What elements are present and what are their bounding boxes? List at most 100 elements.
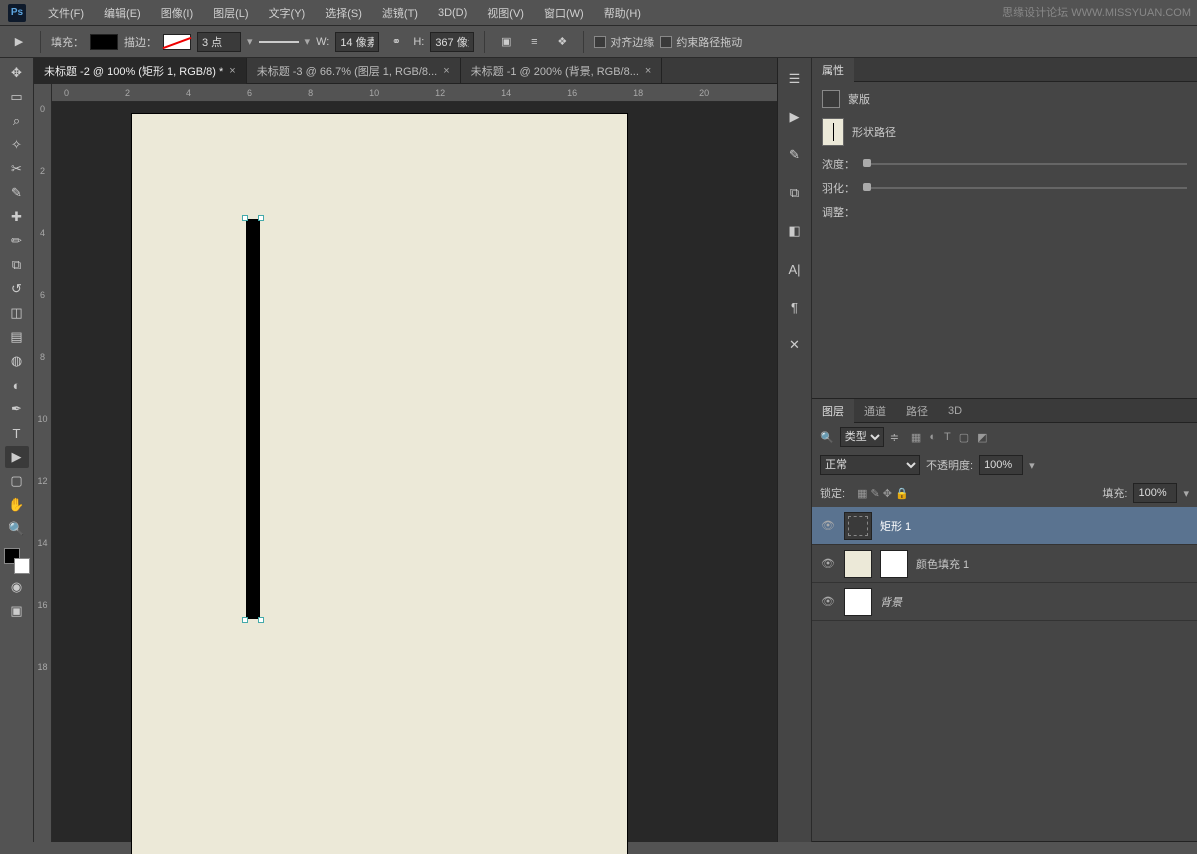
watermark: 思缘设计论坛 WWW.MISSYUAN.COM bbox=[1002, 4, 1191, 20]
density-slider[interactable] bbox=[863, 163, 1187, 165]
menu-edit[interactable]: 编辑(E) bbox=[94, 5, 151, 21]
brush-tool[interactable]: ✏ bbox=[5, 230, 29, 252]
close-icon[interactable]: × bbox=[645, 65, 651, 77]
eraser-tool[interactable]: ◫ bbox=[5, 302, 29, 324]
stroke-style[interactable] bbox=[259, 41, 299, 43]
zoom-tool[interactable]: 🔍 bbox=[5, 518, 29, 540]
para-icon[interactable]: ¶ bbox=[783, 296, 807, 318]
fill-opacity-input[interactable] bbox=[1133, 483, 1177, 503]
visibility-icon[interactable]: 👁 bbox=[820, 557, 836, 570]
wand-tool[interactable]: ✧ bbox=[5, 134, 29, 156]
doc-tab-1[interactable]: 未标题 -2 @ 100% (矩形 1, RGB/8) *× bbox=[34, 58, 247, 84]
properties-tab[interactable]: 属性 bbox=[812, 58, 854, 82]
dodge-tool[interactable]: ◐ bbox=[5, 374, 29, 396]
menu-image[interactable]: 图像(I) bbox=[151, 5, 203, 21]
menu-filter[interactable]: 滤镜(T) bbox=[372, 5, 428, 21]
visibility-icon[interactable]: 👁 bbox=[820, 519, 836, 532]
layer-name: 颜色填充 1 bbox=[916, 556, 969, 572]
nav-icon[interactable]: ◧ bbox=[783, 220, 807, 242]
arrange-icon[interactable]: ❖ bbox=[551, 31, 573, 53]
path-op-icon[interactable]: ▣ bbox=[495, 31, 517, 53]
close-icon[interactable]: × bbox=[443, 65, 449, 77]
filter-icons[interactable]: ▦◐T▢◩ bbox=[911, 431, 988, 444]
3d-tab[interactable]: 3D bbox=[938, 399, 972, 423]
mask-icon bbox=[822, 90, 840, 108]
height-input[interactable] bbox=[430, 32, 474, 52]
doc-tab-3[interactable]: 未标题 -1 @ 200% (背景, RGB/8...× bbox=[461, 58, 663, 84]
history-brush-tool[interactable]: ↺ bbox=[5, 278, 29, 300]
doc-tab-2[interactable]: 未标题 -3 @ 66.7% (图层 1, RGB/8...× bbox=[247, 58, 461, 84]
align-icon[interactable]: ≡ bbox=[523, 31, 545, 53]
eyedropper-tool[interactable]: ✎ bbox=[5, 182, 29, 204]
canvas[interactable] bbox=[132, 114, 627, 854]
handle-bl[interactable] bbox=[242, 617, 248, 623]
heal-tool[interactable]: ✚ bbox=[5, 206, 29, 228]
marquee-tool[interactable]: ▭ bbox=[5, 86, 29, 108]
docked-panel-icons: ☰ ▶ ✎ ⧉ ◧ A| ¶ ✕ bbox=[778, 58, 812, 842]
handle-br[interactable] bbox=[258, 617, 264, 623]
blend-mode-select[interactable]: 正常 bbox=[820, 455, 920, 475]
menu-select[interactable]: 选择(S) bbox=[315, 5, 372, 21]
path-selection-icon[interactable]: ▶ bbox=[8, 31, 30, 53]
layer-row-fill[interactable]: 👁 颜色填充 1 bbox=[812, 545, 1197, 583]
tools-icon[interactable]: ✕ bbox=[783, 334, 807, 356]
clone-icon[interactable]: ⧉ bbox=[783, 182, 807, 204]
link-icon[interactable]: ⚭ bbox=[385, 31, 407, 53]
menu-file[interactable]: 文件(F) bbox=[38, 5, 94, 21]
shape-rectangle[interactable] bbox=[246, 219, 260, 619]
fill-swatch[interactable] bbox=[90, 34, 118, 50]
history-icon[interactable]: ☰ bbox=[783, 68, 807, 90]
shape-path-label: 形状路径 bbox=[852, 124, 896, 140]
layer-thumb bbox=[844, 512, 872, 540]
stroke-swatch[interactable] bbox=[163, 34, 191, 50]
lasso-tool[interactable]: ⌕ bbox=[5, 110, 29, 132]
pen-tool[interactable]: ✒ bbox=[5, 398, 29, 420]
shape-thumb bbox=[822, 118, 844, 146]
menu-view[interactable]: 视图(V) bbox=[477, 5, 534, 21]
type-tool[interactable]: T bbox=[5, 422, 29, 444]
quickmask-tool[interactable]: ◉ bbox=[5, 576, 29, 598]
lock-icons[interactable]: ▦ ✎ ✥ 🔒 bbox=[857, 487, 909, 500]
screen-mode[interactable]: ▣ bbox=[5, 600, 29, 622]
stroke-label: 描边： bbox=[124, 34, 157, 50]
opacity-input[interactable] bbox=[979, 455, 1023, 475]
hand-tool[interactable]: ✋ bbox=[5, 494, 29, 516]
brush-panel-icon[interactable]: ✎ bbox=[783, 144, 807, 166]
close-icon[interactable]: × bbox=[229, 65, 235, 77]
stamp-tool[interactable]: ⧉ bbox=[5, 254, 29, 276]
path-selection-tool[interactable]: ▶ bbox=[5, 446, 29, 468]
layers-tab[interactable]: 图层 bbox=[812, 399, 854, 423]
handle-tl[interactable] bbox=[242, 215, 248, 221]
ps-logo: Ps bbox=[8, 4, 26, 22]
handle-tr[interactable] bbox=[258, 215, 264, 221]
actions-icon[interactable]: ▶ bbox=[783, 106, 807, 128]
layer-name: 矩形 1 bbox=[880, 518, 911, 534]
rectangle-tool[interactable]: ▢ bbox=[5, 470, 29, 492]
paths-tab[interactable]: 路径 bbox=[896, 399, 938, 423]
blur-tool[interactable]: ◍ bbox=[5, 350, 29, 372]
menu-layer[interactable]: 图层(L) bbox=[203, 5, 258, 21]
align-edges-checkbox[interactable]: 对齐边缘 bbox=[594, 34, 654, 50]
constrain-checkbox[interactable]: 约束路径拖动 bbox=[660, 34, 742, 50]
gradient-tool[interactable]: ▤ bbox=[5, 326, 29, 348]
mask-label: 蒙版 bbox=[848, 91, 870, 107]
layer-filter-select[interactable]: 类型 bbox=[840, 427, 884, 447]
feather-slider[interactable] bbox=[863, 187, 1187, 189]
options-bar: ▶ 填充： 描边： ▾ ▾ W: ⚭ H: ▣ ≡ ❖ 对齐边缘 约束路径拖动 bbox=[0, 26, 1197, 58]
menu-window[interactable]: 窗口(W) bbox=[534, 5, 594, 21]
menu-3d[interactable]: 3D(D) bbox=[428, 7, 477, 19]
move-tool[interactable]: ✥ bbox=[5, 62, 29, 84]
menu-type[interactable]: 文字(Y) bbox=[259, 5, 316, 21]
char-icon[interactable]: A| bbox=[783, 258, 807, 280]
channels-tab[interactable]: 通道 bbox=[854, 399, 896, 423]
layer-name: 背景 bbox=[880, 594, 902, 610]
color-swatches[interactable] bbox=[4, 548, 30, 574]
crop-tool[interactable]: ✂ bbox=[5, 158, 29, 180]
layer-row-shape[interactable]: 👁 矩形 1 bbox=[812, 507, 1197, 545]
stroke-width-input[interactable] bbox=[197, 32, 241, 52]
layer-row-bg[interactable]: 👁 背景 bbox=[812, 583, 1197, 621]
layer-thumb bbox=[844, 588, 872, 616]
visibility-icon[interactable]: 👁 bbox=[820, 595, 836, 608]
menu-help[interactable]: 帮助(H) bbox=[594, 5, 651, 21]
width-input[interactable] bbox=[335, 32, 379, 52]
